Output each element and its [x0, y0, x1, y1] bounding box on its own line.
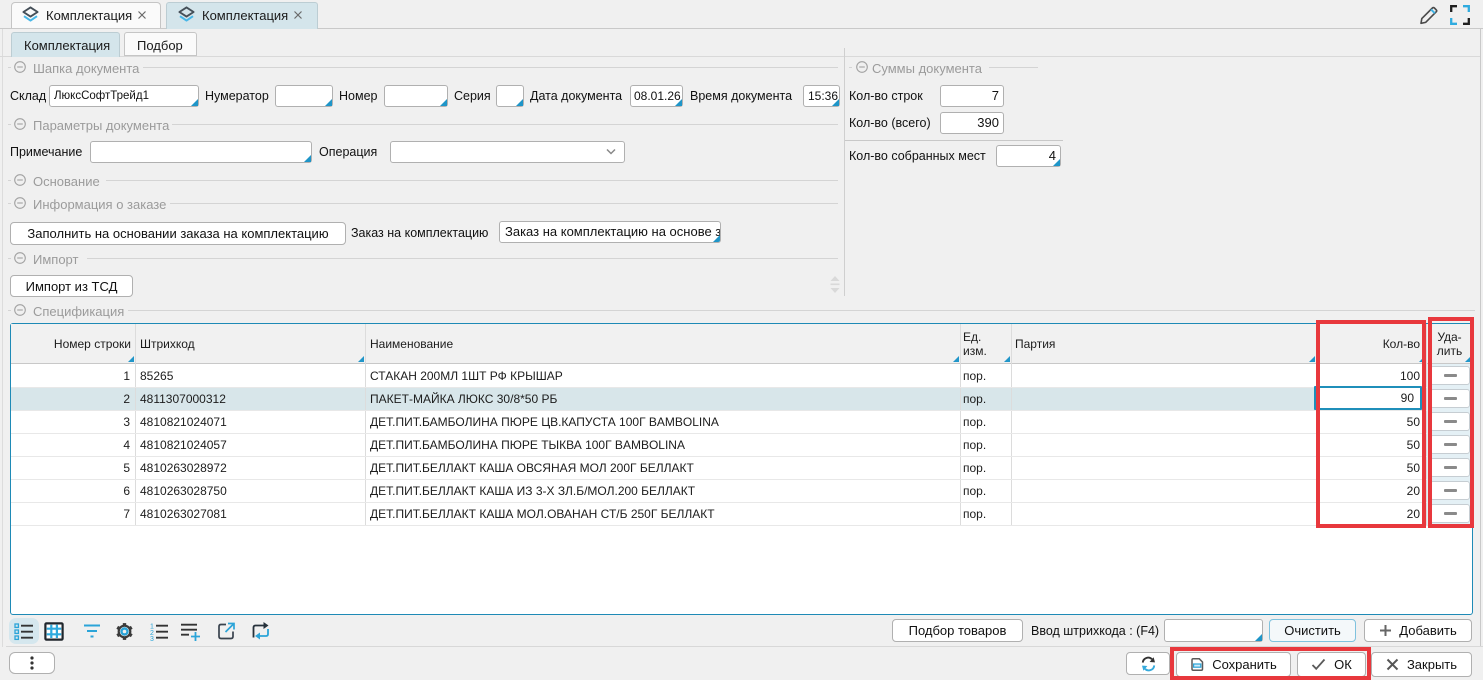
- svg-text:3: 3: [150, 636, 154, 641]
